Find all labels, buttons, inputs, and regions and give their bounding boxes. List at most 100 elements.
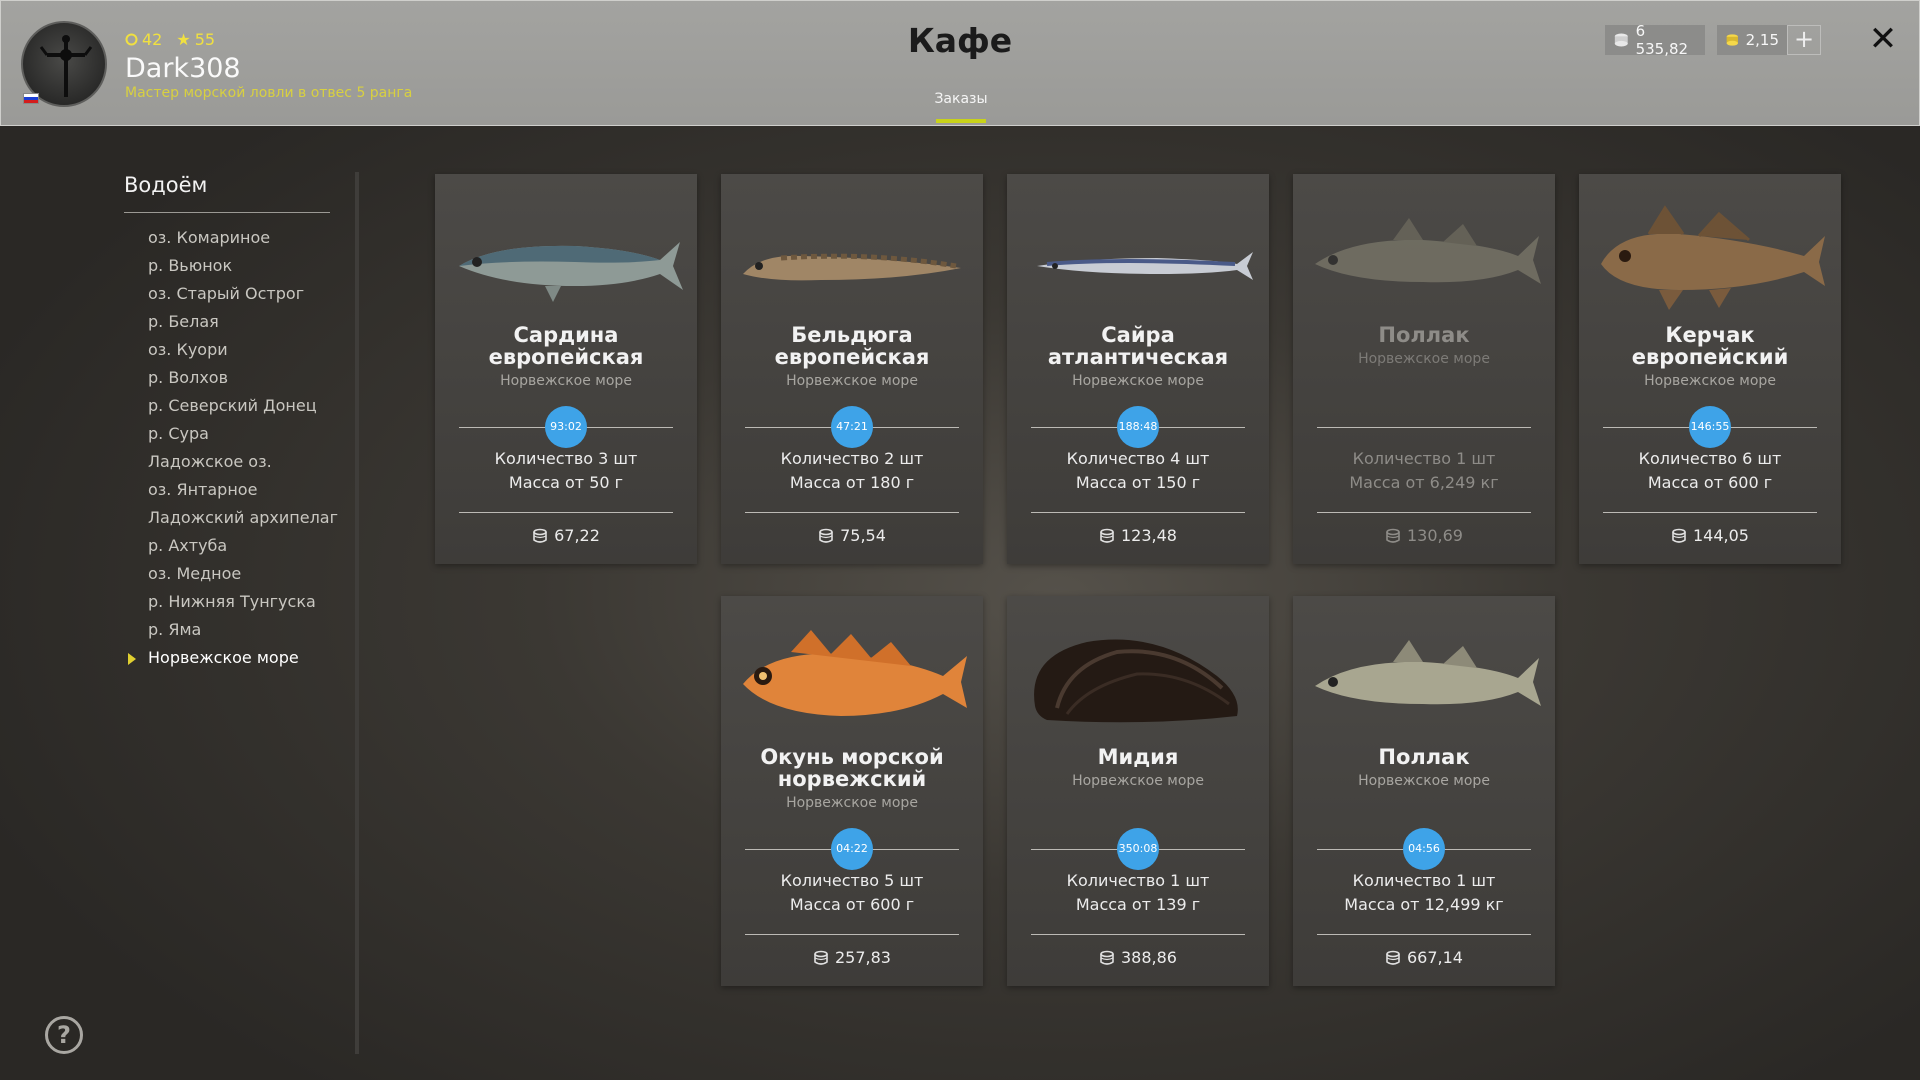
- price-value: 257,83: [835, 948, 891, 967]
- order-card[interactable]: Окунь морской норвежский Норвежское море…: [721, 596, 983, 986]
- sidebar-item-volkhov[interactable]: р. Волхов: [148, 366, 338, 394]
- coins-icon: [1100, 528, 1114, 543]
- player-rank: Мастер морской ловли в отвес 5 ранга: [125, 85, 413, 101]
- mass-text: Масса от 150 г: [1075, 473, 1201, 492]
- redfish-image: [743, 630, 967, 716]
- quantity-text: Количество 1 шт: [1066, 871, 1210, 890]
- tab-orders[interactable]: Заказы: [920, 91, 1002, 107]
- fish-name: Поллак Норвежское море: [1301, 324, 1547, 368]
- flag-icon: [23, 93, 39, 104]
- sidebar-item-ladoga-lake[interactable]: Ладожское оз.: [148, 450, 338, 478]
- quantity-text: Количество 3 шт: [494, 449, 638, 468]
- fish-location: Норвежское море: [1358, 773, 1490, 789]
- timer-badge: 188:48: [1117, 406, 1159, 448]
- price: 75,54: [721, 526, 983, 545]
- sidebar-item-norwegian-sea[interactable]: Норвежское море: [127, 646, 338, 674]
- order-card[interactable]: Бельдюга европейская Норвежское море 47:…: [721, 174, 983, 564]
- sidebar-item-stary-ostrog[interactable]: оз. Старый Острог: [148, 282, 338, 310]
- sidebar-item-komarinoe[interactable]: оз. Комариное: [148, 226, 338, 254]
- order-card[interactable]: Поллак Норвежское море Количество 1 шт М…: [1293, 174, 1555, 564]
- price: 123,48: [1007, 526, 1269, 545]
- timer-badge: 47:21: [831, 406, 873, 448]
- help-icon[interactable]: ?: [45, 1016, 83, 1054]
- price: 130,69: [1293, 526, 1555, 545]
- price-value: 130,69: [1407, 526, 1463, 545]
- coins-icon: [1672, 528, 1686, 543]
- card-divider: [1031, 934, 1245, 935]
- coins-icon: [814, 950, 828, 965]
- fish-location: Норвежское море: [1644, 373, 1776, 389]
- sidebar-item-yantarnoe[interactable]: оз. Янтарное: [148, 478, 338, 506]
- fish-name: Поллак Норвежское море: [1301, 746, 1547, 790]
- order-card[interactable]: Сардина европейская Норвежское море 93:0…: [435, 174, 697, 564]
- timer-badge: 04:56: [1403, 828, 1445, 870]
- mass-text: Масса от 6,249 кг: [1349, 473, 1499, 492]
- sidebar-item-vyunok[interactable]: р. Вьюнок: [148, 254, 338, 282]
- mass-text: Масса от 600 г: [1647, 473, 1773, 492]
- coins-icon: [533, 528, 547, 543]
- price: 667,14: [1293, 948, 1555, 967]
- fish-location: Норвежское море: [500, 373, 632, 389]
- fish-name: Мидия Норвежское море: [1015, 746, 1261, 790]
- sardine-image: [459, 242, 683, 302]
- card-divider: [745, 512, 959, 513]
- fish-name: Сайра атлантическая Норвежское море: [1015, 324, 1261, 390]
- quantity-text: Количество 5 шт: [780, 871, 924, 890]
- fish-location: Норвежское море: [1072, 373, 1204, 389]
- add-gold-button[interactable]: +: [1787, 25, 1821, 55]
- waterbody-list: оз. Комариное р. Вьюнок оз. Старый Остро…: [127, 226, 338, 674]
- sidebar-item-belaya[interactable]: р. Белая: [148, 310, 338, 338]
- coins-icon: [1386, 950, 1400, 965]
- mass-text: Масса от 180 г: [789, 473, 915, 492]
- card-divider: [459, 512, 673, 513]
- price: 388,86: [1007, 948, 1269, 967]
- sidebar-item-mednoe[interactable]: оз. Медное: [148, 562, 338, 590]
- price-value: 667,14: [1407, 948, 1463, 967]
- eelpout-image: [743, 253, 961, 281]
- quantity-text: Количество 1 шт: [1352, 449, 1496, 468]
- mussel-image: [1034, 639, 1238, 723]
- fish-name: Бельдюга европейская Норвежское море: [729, 324, 975, 390]
- silver-value: 6 535,82: [1635, 22, 1689, 58]
- mass-text: Масса от 139 г: [1075, 895, 1201, 914]
- mass-text: Масса от 12,499 кг: [1344, 895, 1504, 914]
- price: 257,83: [721, 948, 983, 967]
- card-divider: [1317, 427, 1531, 428]
- silver-coins-icon: [1614, 33, 1628, 47]
- gold-coins-icon: [1726, 34, 1738, 46]
- sidebar-title-divider: [124, 212, 330, 213]
- sidebar-item-ladoga-archipelago[interactable]: Ладожский архипелаг: [148, 506, 338, 534]
- close-button[interactable]: ✕: [1865, 21, 1901, 57]
- sidebar-item-yama[interactable]: р. Яма: [148, 618, 338, 646]
- price: 67,22: [435, 526, 697, 545]
- pollack-image: [1315, 640, 1541, 706]
- price-value: 123,48: [1121, 526, 1177, 545]
- gold-value: 2,15: [1745, 31, 1779, 49]
- order-card[interactable]: Керчак европейский Норвежское море 146:5…: [1579, 174, 1841, 564]
- gold-balance: 2,15: [1717, 25, 1787, 55]
- card-divider: [1031, 512, 1245, 513]
- sidebar-item-nizhnyaya-tunguska[interactable]: р. Нижняя Тунгуска: [148, 590, 338, 618]
- order-card[interactable]: Сайра атлантическая Норвежское море 188:…: [1007, 174, 1269, 564]
- quantity-text: Количество 1 шт: [1352, 871, 1496, 890]
- timer-badge: 146:55: [1689, 406, 1731, 448]
- price: 144,05: [1579, 526, 1841, 545]
- sidebar-divider: [355, 172, 359, 1054]
- coins-icon: [819, 528, 833, 543]
- silver-balance: 6 535,82: [1605, 22, 1705, 58]
- sidebar-item-kuori[interactable]: оз. Куори: [148, 338, 338, 366]
- card-divider: [1317, 512, 1531, 513]
- price-value: 75,54: [840, 526, 886, 545]
- sidebar-item-sura[interactable]: р. Сура: [148, 422, 338, 450]
- fish-location: Норвежское море: [786, 373, 918, 389]
- fish-location: Норвежское море: [1072, 773, 1204, 789]
- order-card[interactable]: Поллак Норвежское море 04:56 Количество …: [1293, 596, 1555, 986]
- active-tab-indicator: [936, 119, 986, 123]
- sculpin-image: [1601, 205, 1825, 310]
- order-card[interactable]: Мидия Норвежское море 350:08 Количество …: [1007, 596, 1269, 986]
- sidebar-title: Водоём: [124, 173, 208, 197]
- sidebar-item-akhtuba[interactable]: р. Ахтуба: [148, 534, 338, 562]
- price-value: 388,86: [1121, 948, 1177, 967]
- sidebar-item-seversky-donets[interactable]: р. Северский Донец: [148, 394, 338, 422]
- quantity-text: Количество 6 шт: [1638, 449, 1782, 468]
